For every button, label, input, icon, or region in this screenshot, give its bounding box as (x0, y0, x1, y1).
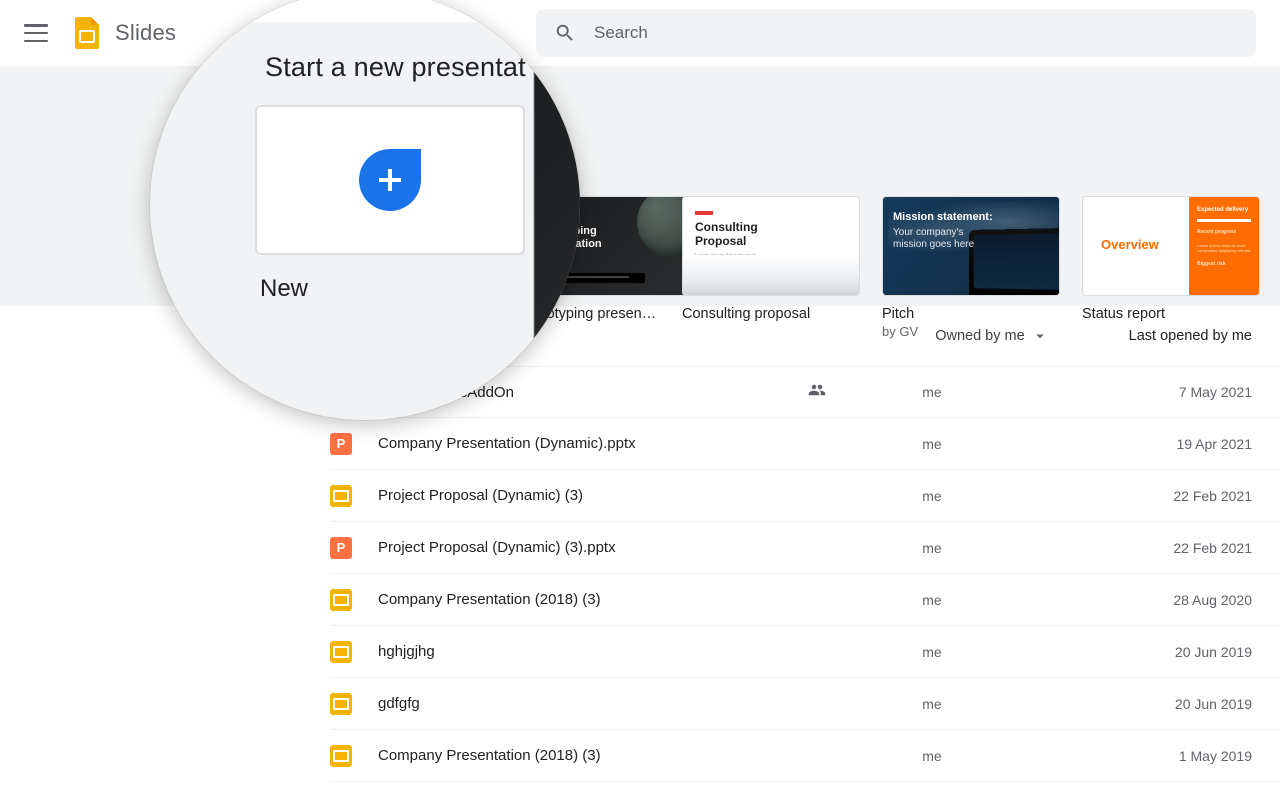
file-row[interactable]: Company Presentation (2018) (3) me28 Aug … (330, 574, 1280, 626)
file-name: Company Presentation (2018) (3) (378, 591, 808, 608)
template-subtitle: by GV (882, 324, 1060, 339)
slides-icon (330, 745, 352, 767)
file-row[interactable]: gdfgfg me20 Jun 2019 (330, 678, 1280, 730)
plus-icon (359, 149, 421, 211)
zoom-callout: Start a new presentat New (150, 0, 580, 420)
slides-icon (330, 485, 352, 507)
file-date: 20 Jun 2019 (1032, 696, 1252, 712)
file-name: gdfgfg (378, 695, 808, 712)
file-row[interactable]: Project Proposal (Dynamic) (3) me22 Feb 2… (330, 470, 1280, 522)
file-row[interactable]: Project Proposal (Dynamic) (3).pptx me22 … (330, 522, 1280, 574)
file-row[interactable]: hghjgjhg me20 Jun 2019 (330, 626, 1280, 678)
file-date: 7 May 2021 (1032, 384, 1252, 400)
template-thumb-pitch[interactable]: Mission statement: Your company's missio… (882, 196, 1060, 296)
template-thumb-status[interactable]: Overview Expected delivery Recent progre… (1082, 196, 1260, 296)
file-date: 19 Apr 2021 (1032, 436, 1252, 452)
slides-logo-icon (70, 15, 106, 51)
file-date: 22 Feb 2021 (1032, 540, 1252, 556)
template-card[interactable]: Overview Expected delivery Recent progre… (1082, 196, 1260, 339)
file-owner: me (832, 644, 1032, 660)
template-card[interactable]: Mission statement: Your company's missio… (882, 196, 1060, 339)
file-row[interactable]: Company Presentation (Dynamic).pptx me19 … (330, 418, 1280, 470)
file-date: 28 Aug 2020 (1032, 592, 1252, 608)
file-list: GoogleSlidesAddOnme7 May 2021Company Pre… (0, 366, 1280, 782)
search-input[interactable] (592, 22, 1238, 44)
file-name: Company Presentation (Dynamic).pptx (378, 435, 808, 452)
file-date: 22 Feb 2021 (1032, 488, 1252, 504)
file-name: hghjgjhg (378, 643, 808, 660)
template-thumb-consulting[interactable]: ConsultingProposal Lorem ipsum dolor sit… (682, 196, 860, 296)
file-owner: me (832, 696, 1032, 712)
file-name: Project Proposal (Dynamic) (3) (378, 487, 808, 504)
file-date: 20 Jun 2019 (1032, 644, 1252, 660)
powerpoint-icon (330, 433, 352, 455)
template-label: Status report (1082, 306, 1260, 322)
shared-icon (808, 381, 832, 404)
file-row[interactable]: Company Presentation (2018) (3) me1 May 2… (330, 730, 1280, 782)
file-owner: me (832, 384, 1032, 400)
file-date: 1 May 2019 (1032, 748, 1252, 764)
file-owner: me (832, 592, 1032, 608)
main-menu-button[interactable] (24, 21, 48, 45)
template-card[interactable]: ConsultingProposal Lorem ipsum dolor sit… (682, 196, 860, 339)
file-name: Project Proposal (Dynamic) (3).pptx (378, 539, 808, 556)
file-owner: me (832, 488, 1032, 504)
template-label: Consulting proposal (682, 306, 860, 322)
slides-icon (330, 589, 352, 611)
file-owner: me (832, 436, 1032, 452)
brand-name: Slides (115, 20, 176, 46)
callout-title: Start a new presentat (265, 52, 526, 83)
template-label: Pitch (882, 306, 1060, 322)
callout-new-label: New (260, 275, 308, 303)
file-name: Company Presentation (2018) (3) (378, 747, 808, 764)
search-bar[interactable] (536, 9, 1256, 57)
file-owner: me (832, 540, 1032, 556)
new-presentation-card[interactable] (255, 105, 525, 255)
slides-icon (330, 693, 352, 715)
powerpoint-icon (330, 537, 352, 559)
file-owner: me (832, 748, 1032, 764)
slides-icon (330, 641, 352, 663)
